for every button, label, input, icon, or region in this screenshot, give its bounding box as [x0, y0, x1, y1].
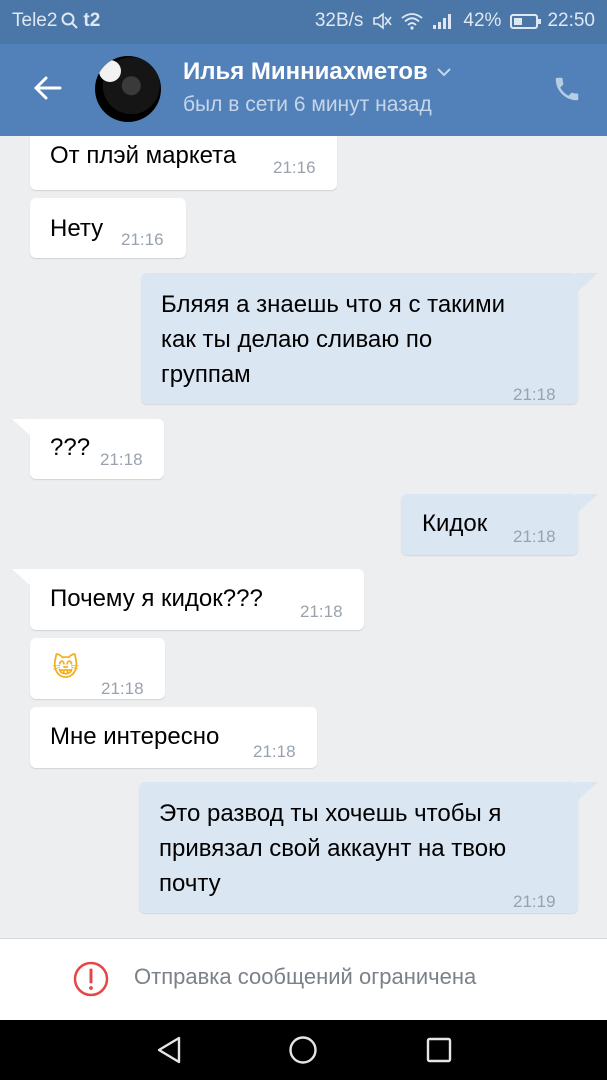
chevron-down-icon: [437, 68, 451, 77]
message-text: ???: [50, 434, 91, 461]
message-emoji: 😸: [52, 652, 80, 682]
chat-header: Илья Минниахметов был в сети 6 минут наз…: [0, 44, 607, 136]
incoming-message[interactable]: ??? 21:18: [30, 419, 164, 479]
outgoing-message[interactable]: Бляяя а знаешь что я с такими как ты дел…: [141, 273, 578, 404]
bubble-tail: [576, 494, 598, 514]
message-time: 21:19: [513, 892, 556, 911]
message-line: Бляяя а знаешь что я с такими: [161, 291, 505, 318]
incoming-message[interactable]: Почему я кидок??? 21:18: [30, 569, 364, 630]
bubble-tail: [576, 273, 598, 293]
message-time: 21:18: [300, 602, 343, 621]
status-icons: 32B/s 42% 22:50: [315, 10, 595, 32]
nav-home-icon[interactable]: [288, 1035, 318, 1065]
carrier-extra: t2: [83, 10, 101, 31]
incoming-message[interactable]: Мне интересно 21:18: [30, 707, 317, 768]
message-line: группам: [161, 361, 251, 388]
message-text: Это развод ты хочешь чтобы я привязал св…: [159, 796, 506, 901]
arrow-left-icon[interactable]: [30, 70, 66, 106]
wifi-icon: [401, 13, 423, 30]
outgoing-message[interactable]: Это развод ты хочешь чтобы я привязал св…: [139, 782, 578, 913]
mute-icon: [373, 12, 393, 30]
message-text: Нету: [50, 215, 104, 242]
message-time: 21:18: [253, 742, 296, 761]
message-time: 21:18: [101, 679, 144, 698]
battery-percent: 42%: [463, 10, 502, 31]
message-time: 21:16: [273, 158, 316, 177]
contact-status: был в сети 6 минут назад: [183, 93, 432, 116]
avatar[interactable]: [95, 56, 161, 122]
battery-icon: [510, 13, 542, 29]
message-time: 21:18: [513, 527, 556, 546]
message-text: Бляяя а знаешь что я с такими как ты дел…: [161, 287, 505, 392]
exclamation-circle-icon: [73, 961, 109, 997]
carrier-name: Tele2: [12, 10, 58, 31]
message-time: 21:18: [100, 450, 143, 469]
incoming-message[interactable]: От плэй маркета 21:16: [30, 136, 337, 190]
message-line: Это развод ты хочешь чтобы я: [159, 800, 502, 827]
clock: 22:50: [547, 10, 595, 31]
bubble-tail: [576, 782, 598, 802]
message-text: От плэй маркета: [50, 142, 237, 169]
message-text: Кидок: [422, 510, 488, 537]
carrier-info: Tele2 t2: [12, 10, 100, 32]
outgoing-message[interactable]: Кидок 21:18: [401, 494, 578, 555]
network-speed: 32B/s: [314, 10, 364, 31]
system-nav-bar: [0, 1020, 607, 1080]
contact-name: Илья Минниахметов: [183, 58, 428, 85]
message-line: как ты делаю сливаю по: [161, 326, 433, 353]
messaging-restricted-banner: Отправка сообщений ограничена: [0, 938, 607, 1020]
signal-icon: [433, 14, 452, 29]
message-list[interactable]: От плэй маркета 21:16 Нету 21:16 Бляяя а…: [0, 136, 607, 938]
status-bar: Tele2 t2 32B/s 42% 22:50: [0, 0, 607, 44]
message-text: Мне интересно: [50, 723, 220, 750]
message-time: 21:16: [121, 230, 164, 249]
message-text: Почему я кидок???: [50, 585, 263, 612]
message-line: почту: [159, 870, 221, 897]
message-line: привязал свой аккаунт на твою: [159, 835, 507, 862]
nav-recents-icon[interactable]: [424, 1035, 454, 1065]
search-icon: [61, 12, 79, 29]
incoming-message[interactable]: 😸 21:18: [30, 638, 165, 699]
contact-name-button[interactable]: Илья Минниахметов: [183, 58, 452, 86]
message-time: 21:18: [513, 385, 556, 404]
nav-back-icon[interactable]: [155, 1035, 185, 1065]
phone-icon[interactable]: [552, 74, 582, 104]
incoming-message[interactable]: Нету 21:16: [30, 198, 186, 258]
restricted-text: Отправка сообщений ограничена: [134, 964, 477, 989]
